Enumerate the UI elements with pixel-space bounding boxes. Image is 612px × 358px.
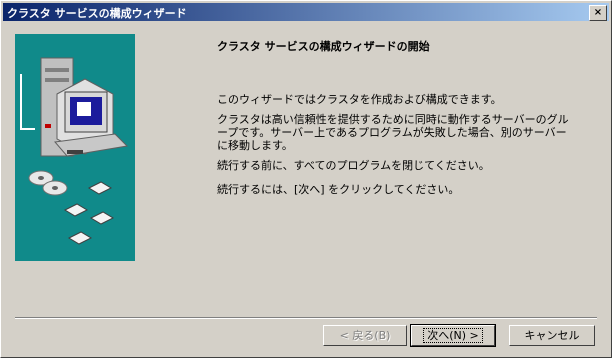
window-title: クラスタ サービスの構成ウィザード <box>7 7 187 20</box>
intro-paragraph: このウィザードではクラスタを作成および構成できます。 <box>217 93 502 106</box>
continue-instruction-paragraph: 続行するには、[次へ] をクリックしてください。 <box>217 183 460 196</box>
wizard-illustration <box>15 34 135 261</box>
close-button[interactable]: × <box>589 5 607 21</box>
next-button-label: 次へ(N) > <box>423 328 483 343</box>
wizard-window: クラスタ サービスの構成ウィザード × クラスタ サービスの構成ウィザードの開始… <box>0 0 612 358</box>
computer-illustration-icon <box>20 57 129 245</box>
close-programs-paragraph: 続行する前に、すべてのプログラムを閉じてください。 <box>217 159 490 172</box>
button-separator <box>15 317 597 319</box>
next-button[interactable]: 次へ(N) > <box>410 324 496 347</box>
page-title: クラスタ サービスの構成ウィザードの開始 <box>217 40 430 53</box>
title-bar[interactable]: クラスタ サービスの構成ウィザード × <box>3 3 609 21</box>
cluster-description-paragraph: クラスタは高い信頼性を提供するために同時に動作するサーバーのグループです。サーバ… <box>217 113 569 152</box>
cancel-button[interactable]: キャンセル <box>509 325 595 346</box>
back-button[interactable]: < 戻る(B) <box>323 325 407 346</box>
